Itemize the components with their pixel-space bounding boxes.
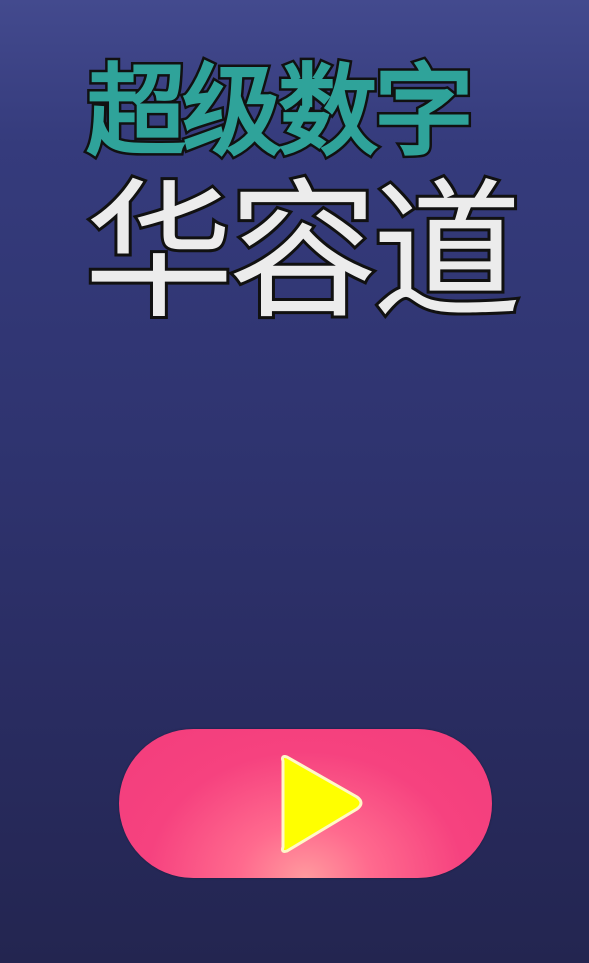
game-start-screen: 超级数字 华容道 <box>0 0 589 963</box>
play-button[interactable] <box>119 729 492 878</box>
game-title-line2: 华容道 <box>81 165 525 341</box>
game-title-line1: 超级数字 <box>84 51 477 173</box>
play-icon <box>281 755 363 853</box>
